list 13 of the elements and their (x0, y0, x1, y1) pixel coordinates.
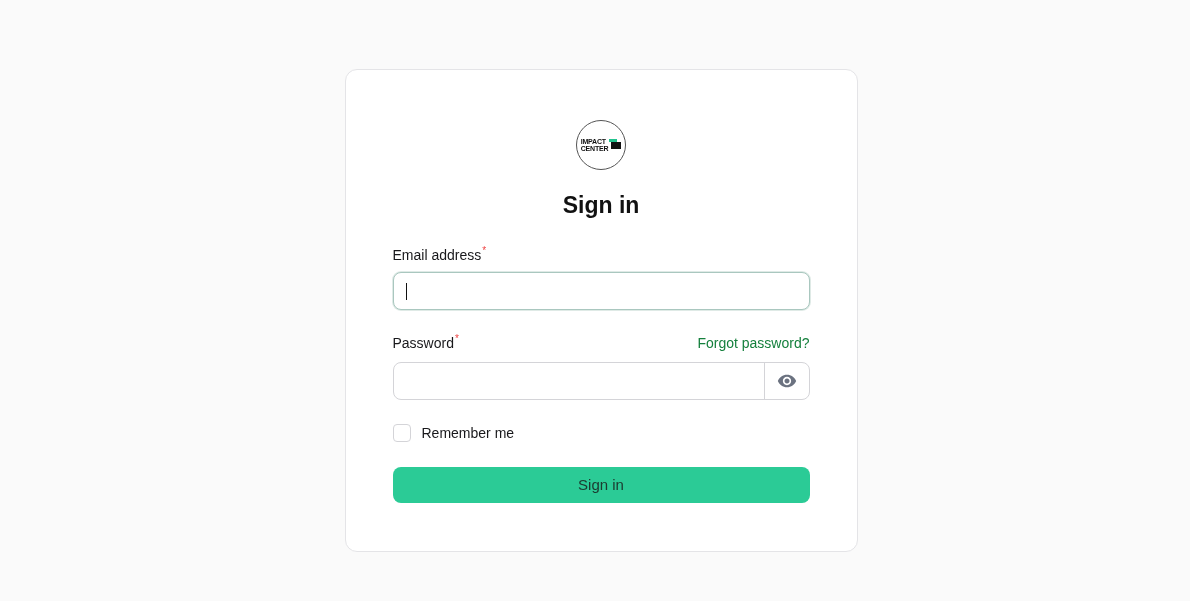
logo-bars-drawing (609, 138, 622, 149)
remember-checkbox[interactable] (392, 424, 411, 442)
required-mark: * (454, 334, 459, 344)
text-caret-icon (405, 282, 407, 300)
required-mark: * (482, 246, 487, 256)
forgot-password-link[interactable]: Forgot password? (697, 333, 810, 353)
password-input[interactable] (392, 362, 810, 400)
sign-in-button[interactable]: Sign in (392, 467, 810, 503)
page-title: Sign in (561, 191, 641, 219)
field-label: Email address (392, 246, 482, 265)
field-label: Password (392, 334, 454, 353)
email-input[interactable] (392, 272, 810, 310)
remember-label: Remember me (421, 423, 515, 443)
